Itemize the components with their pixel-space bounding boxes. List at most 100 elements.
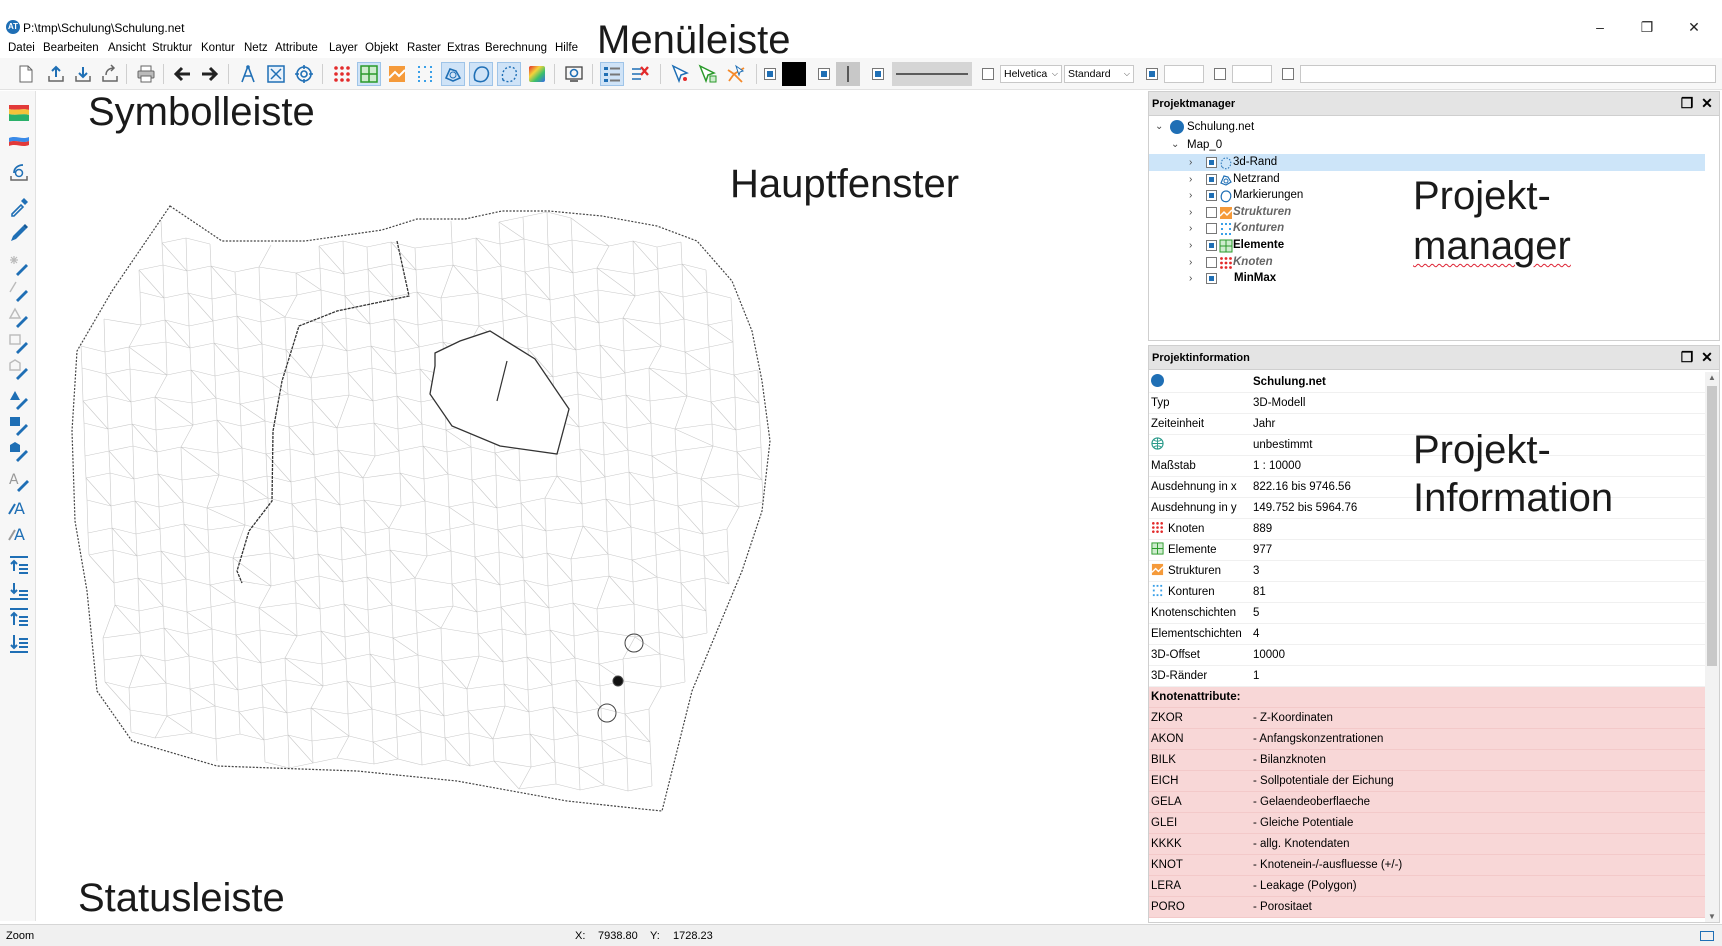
undock-icon[interactable]: ❐ (1679, 95, 1695, 111)
select-element-icon[interactable] (696, 62, 720, 86)
draw-rectangle-icon[interactable] (7, 331, 31, 355)
draw-point-icon[interactable] (7, 253, 31, 277)
draw-triangle-icon[interactable] (7, 305, 31, 329)
isoline-map-icon[interactable] (7, 101, 31, 125)
contours-layer-icon[interactable] (413, 62, 437, 86)
font-checkbox[interactable] (982, 68, 994, 80)
layer-visibility-checkbox[interactable] (1206, 240, 1217, 251)
angle-input[interactable] (1232, 65, 1272, 83)
profile-map-icon[interactable] (7, 129, 31, 153)
attribute-row[interactable]: GELA - Gelaendeoberflaeche (1149, 792, 1705, 813)
open-file-icon[interactable] (44, 62, 68, 86)
tree-layer-3d-rand[interactable]: › 3d-Rand (1149, 154, 1705, 171)
restore-button[interactable]: ❐ (1627, 14, 1667, 40)
angle-checkbox[interactable] (1214, 68, 1226, 80)
fill-color-swatch[interactable] (836, 62, 860, 86)
tree-root[interactable]: ⌄ Schulung.net (1149, 118, 1705, 136)
mesh-boundary-icon[interactable] (441, 62, 465, 86)
main-window[interactable] (37, 91, 1147, 923)
font-style-select[interactable]: Standard ⌵ (1064, 65, 1134, 83)
tree-map[interactable]: ⌄ Map_0 (1149, 136, 1705, 154)
scrollbar-thumb[interactable] (1707, 386, 1717, 666)
pipette-icon[interactable] (7, 195, 31, 219)
layer-visibility-checkbox[interactable] (1206, 256, 1217, 268)
paint-brush-icon[interactable] (7, 221, 31, 245)
attribute-row[interactable]: KKKK - allg. Knotendaten (1149, 834, 1705, 855)
close-panel-icon[interactable]: ✕ (1699, 95, 1715, 111)
edge-icon[interactable] (497, 62, 521, 86)
layer-top-icon[interactable] (7, 605, 31, 629)
attribute-row[interactable]: LERA - Leakage (Polygon) (1149, 876, 1705, 897)
redo-icon[interactable] (198, 62, 222, 86)
delete-selection-icon[interactable] (628, 62, 652, 86)
export-icon[interactable] (98, 62, 122, 86)
compass-icon[interactable] (236, 62, 260, 86)
size-checkbox[interactable] (1146, 68, 1158, 80)
menu-bearbeiten[interactable]: Bearbeiten (43, 42, 99, 54)
resize-grip-icon[interactable] (1700, 931, 1714, 941)
line-color-checkbox[interactable] (764, 68, 776, 80)
fill-triangle-icon[interactable] (7, 387, 31, 411)
select-structure-icon[interactable] (724, 62, 748, 86)
fill-color-checkbox[interactable] (818, 68, 830, 80)
layer-visibility-checkbox[interactable] (1206, 223, 1217, 235)
menu-netz[interactable]: Netz (244, 42, 268, 54)
text-checkbox[interactable] (1282, 68, 1294, 80)
size-input[interactable] (1164, 65, 1204, 83)
font-family-select[interactable]: Helvetica ⌵ (1000, 65, 1062, 83)
undo-icon[interactable] (170, 62, 194, 86)
close-button[interactable]: ✕ (1674, 14, 1714, 40)
layer-list-icon[interactable] (600, 62, 624, 86)
menu-struktur[interactable]: Struktur (152, 42, 192, 54)
line-color-swatch[interactable] (782, 62, 806, 86)
menu-kontur[interactable]: Kontur (201, 42, 235, 54)
menu-raster[interactable]: Raster (407, 42, 441, 54)
expand-chevron-icon[interactable]: › (1189, 171, 1192, 188)
color-raster-icon[interactable] (525, 62, 549, 86)
zoom-extent-icon[interactable] (264, 62, 288, 86)
layer-bottom-icon[interactable] (7, 631, 31, 655)
attribute-row[interactable]: BILK - Bilanzknoten (1149, 750, 1705, 771)
menu-hilfe[interactable]: Hilfe (555, 42, 578, 54)
expand-chevron-icon[interactable]: › (1189, 270, 1192, 287)
layer-up-icon[interactable] (7, 553, 31, 577)
layer-export-icon[interactable] (7, 159, 31, 183)
attribute-row[interactable]: AKON - Anfangskonzentrationen (1149, 729, 1705, 750)
menu-objekt[interactable]: Objekt (365, 42, 398, 54)
new-file-icon[interactable] (14, 62, 38, 86)
fill-rectangle-icon[interactable] (7, 413, 31, 437)
print-icon[interactable] (134, 62, 158, 86)
elements-layer-icon[interactable] (357, 62, 381, 86)
save-file-icon[interactable] (71, 62, 95, 86)
layer-visibility-checkbox[interactable] (1206, 157, 1217, 168)
fill-polygon-icon[interactable] (7, 439, 31, 463)
tree-layer-minmax[interactable]: › MinMax (1149, 270, 1705, 287)
scroll-down-icon[interactable]: ▼ (1705, 912, 1719, 921)
minimize-button[interactable]: – (1580, 14, 1620, 40)
attribute-row[interactable]: EICH - Sollpotentiale der Eichung (1149, 771, 1705, 792)
draw-line-icon[interactable] (7, 279, 31, 303)
attribute-row[interactable]: PORO - Porositaet (1149, 897, 1705, 918)
nodes-layer-icon[interactable] (330, 62, 354, 86)
menu-layer[interactable]: Layer (329, 42, 358, 54)
expand-chevron-icon[interactable]: › (1189, 204, 1192, 221)
finite-element-mesh[interactable] (37, 91, 1147, 923)
expand-chevron-icon[interactable]: › (1189, 237, 1192, 254)
markings-icon[interactable] (469, 62, 493, 86)
menu-extras[interactable]: Extras (447, 42, 480, 54)
select-node-icon[interactable] (668, 62, 692, 86)
scroll-up-icon[interactable]: ▲ (1705, 373, 1719, 382)
collapse-chevron-icon[interactable]: ⌄ (1171, 136, 1179, 154)
attribute-row[interactable]: KNOT - Knotenein-/-ausfluesse (+/-) (1149, 855, 1705, 876)
line-style-preview[interactable] (892, 62, 972, 86)
collapse-chevron-icon[interactable]: ⌄ (1155, 118, 1163, 136)
layer-visibility-checkbox[interactable] (1206, 173, 1217, 185)
text-input[interactable] (1300, 65, 1716, 83)
refresh-view-icon[interactable] (562, 62, 586, 86)
expand-chevron-icon[interactable]: › (1189, 154, 1192, 171)
draw-polygon-icon[interactable] (7, 357, 31, 381)
line-style-checkbox[interactable] (872, 68, 884, 80)
undock-icon[interactable]: ❐ (1679, 349, 1695, 365)
layer-visibility-checkbox[interactable] (1206, 190, 1217, 202)
attribute-row[interactable]: ZKOR - Z-Koordinaten (1149, 708, 1705, 729)
